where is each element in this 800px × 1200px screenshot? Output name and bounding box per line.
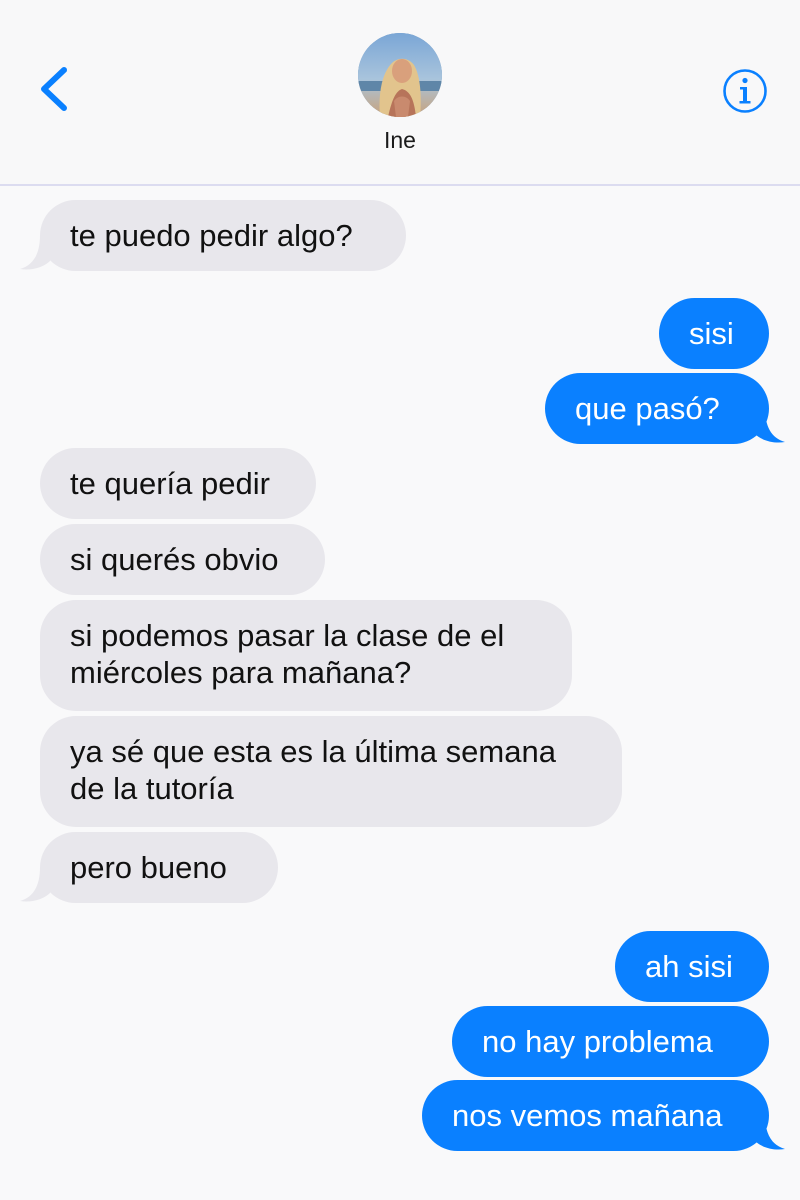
sent-bubble-tail [755,408,785,443]
received-bubble-tail [20,235,50,270]
contact-avatar[interactable] [358,33,442,117]
sent-message[interactable]: sisi [659,298,769,369]
sent-bubble-tail [755,1115,785,1150]
received-message[interactable]: si querés obvio [40,524,325,595]
message-text: te puedo pedir algo? [70,218,353,253]
sent-message[interactable]: nos vemos mañana [422,1080,769,1151]
message-text: ah sisi [645,949,733,984]
back-button[interactable] [34,62,74,116]
sent-message[interactable]: no hay problema [452,1006,769,1077]
info-button[interactable] [722,68,768,114]
sent-message[interactable]: ah sisi [615,931,769,1002]
message-text: sisi [689,316,734,351]
received-message[interactable]: pero bueno [40,832,278,903]
message-text-line: ya sé que esta es la última semana [70,734,556,769]
message-text: te quería pedir [70,466,270,501]
avatar-photo [358,33,442,117]
message-text: pero bueno [70,850,227,885]
message-text: nos vemos mañana [452,1098,723,1133]
sent-message[interactable]: que pasó? [545,373,769,444]
message-text: no hay problema [482,1024,713,1059]
message-text: que pasó? [575,391,720,426]
info-circle-icon [723,69,767,113]
message-text-line: de la tutoría [70,771,234,806]
received-message[interactable]: si podemos pasar la clase de el miércole… [40,600,572,711]
received-message[interactable]: te quería pedir [40,448,316,519]
chevron-left-icon [41,67,67,111]
conversation-header: Ine [0,0,800,186]
received-message[interactable]: ya sé que esta es la última semana de la… [40,716,622,827]
contact-name[interactable]: Ine [300,127,500,154]
received-message[interactable]: te puedo pedir algo? [40,200,406,271]
message-text-line: si podemos pasar la clase de el [70,618,505,653]
message-text: si querés obvio [70,542,279,577]
message-text-line: miércoles para mañana? [70,655,412,690]
received-bubble-tail [20,867,50,902]
conversation-screen: Ine te puedo pedir algo? sisi que pasó? … [0,0,800,1200]
